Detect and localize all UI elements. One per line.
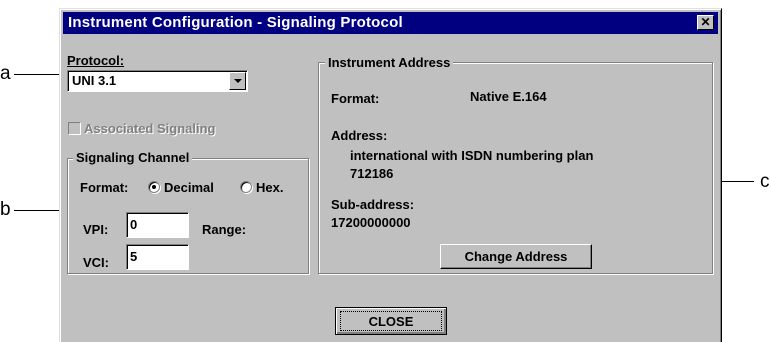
config-dialog: Instrument Configuration - Signaling Pro… [59, 8, 722, 342]
format-decimal-radio[interactable] [148, 181, 160, 193]
address-number: 712186 [350, 166, 394, 181]
instrument-address-title: Instrument Address [325, 55, 454, 70]
format-decimal-label: Decimal [164, 180, 214, 195]
address-label: Address: [331, 128, 388, 143]
callout-a-line [14, 74, 65, 75]
title-bar[interactable]: Instrument Configuration - Signaling Pro… [63, 12, 718, 34]
change-address-button[interactable]: Change Address [440, 244, 592, 269]
close-button[interactable]: CLOSE [335, 307, 447, 335]
address-format-value: Native E.164 [470, 89, 547, 104]
subaddress-value: 17200000000 [331, 215, 411, 230]
chevron-down-icon [234, 79, 242, 83]
vci-field[interactable] [130, 246, 185, 267]
associated-signaling-label: Associated Signaling [84, 121, 216, 136]
associated-signaling-checkbox[interactable] [68, 122, 81, 135]
subaddress-label: Sub-address: [331, 197, 415, 212]
close-label: CLOSE [368, 313, 414, 329]
address-format-label: Format: [331, 91, 380, 106]
protocol-select[interactable]: UNI 3.1 [67, 70, 248, 92]
vci-input[interactable] [126, 244, 189, 270]
change-address-label: Change Address [464, 249, 568, 264]
radio-selected-dot [152, 185, 156, 189]
vpi-field[interactable] [130, 214, 185, 235]
callout-b: b [0, 199, 11, 220]
close-icon[interactable]: ✕ [697, 15, 714, 30]
range-label: Range: [202, 222, 247, 237]
window-title: Instrument Configuration - Signaling Pro… [68, 14, 403, 31]
callout-a: a [0, 63, 11, 84]
signaling-channel-title: Signaling Channel [73, 150, 193, 165]
dropdown-arrow-button[interactable] [229, 72, 246, 90]
callout-b-line [14, 210, 65, 211]
address-type: international with ISDN numbering plan [350, 148, 594, 163]
format-hex-radio[interactable] [240, 181, 252, 193]
callout-c: c [760, 171, 770, 192]
protocol-value: UNI 3.1 [72, 73, 117, 88]
format-hex-label: Hex. [256, 180, 284, 195]
vpi-input[interactable] [126, 212, 189, 238]
channel-format-label: Format: [80, 180, 129, 195]
vpi-label: VPI: [83, 222, 109, 237]
protocol-label: Protocol: [67, 53, 125, 68]
vci-label: VCI: [83, 255, 109, 270]
